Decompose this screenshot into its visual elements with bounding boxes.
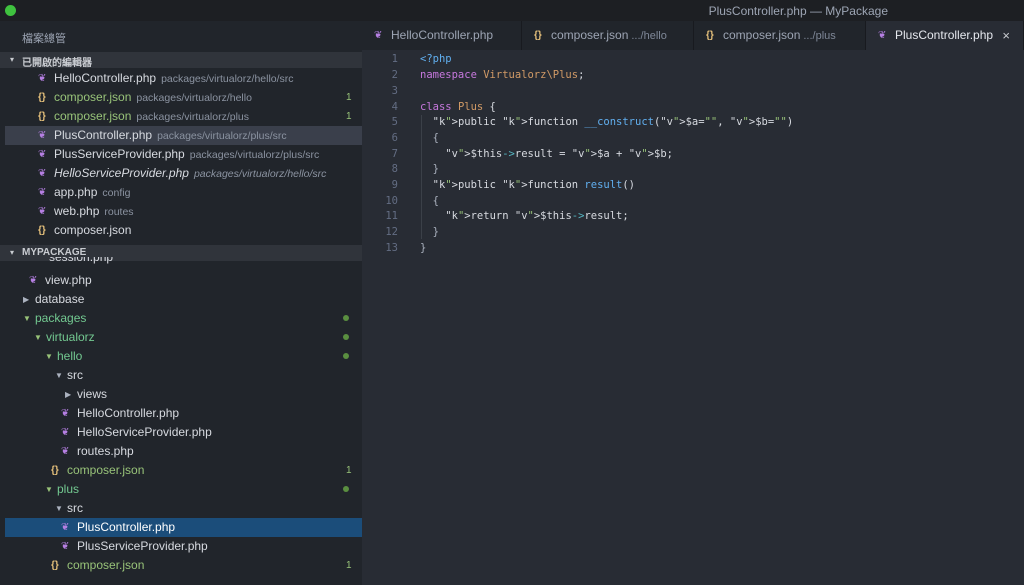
modified-dot xyxy=(343,334,349,340)
tree-item[interactable]: ❦ HelloController.php xyxy=(5,404,362,423)
open-editor-item[interactable]: ❦ app.php config xyxy=(5,183,362,202)
code-line: "k">public "k">function result() xyxy=(432,179,636,191)
code-line: <?php xyxy=(420,53,452,65)
tab-composer-hello[interactable]: {} composer.json .../hello xyxy=(522,21,694,50)
tree-item[interactable]: {} composer.json 1 xyxy=(5,461,362,480)
code-line: } xyxy=(420,163,439,175)
open-editor-item[interactable]: ❦ HelloController.php packages/virtualorz… xyxy=(5,69,362,88)
php-icon: ❦ xyxy=(29,275,38,286)
modified-dot xyxy=(343,353,349,359)
code-line: } xyxy=(420,242,427,254)
tree-item[interactable]: ❦ HelloServiceProvider.php xyxy=(5,423,362,442)
open-editor-item-selected[interactable]: ❦ PlusController.php packages/virtualorz/… xyxy=(5,126,362,145)
chevron-down-icon: ▼ xyxy=(55,504,63,513)
code-line: namespace Virtualorz\Plus; xyxy=(420,69,585,81)
open-editor-item[interactable]: {} composer.json packages/virtualorz/plus… xyxy=(5,107,362,126)
json-icon: {} xyxy=(38,111,46,122)
json-icon: {} xyxy=(706,30,714,41)
php-icon: ❦ xyxy=(38,206,47,217)
code-line: class Plus { xyxy=(420,101,496,113)
php-icon: ❦ xyxy=(878,30,887,41)
collapse-icon: ▾ xyxy=(10,248,15,257)
explorer-sidebar: 檔案總管 ▾ 已開啟的編輯器 ❦ HelloController.php pack… xyxy=(0,21,362,585)
chevron-down-icon: ▼ xyxy=(45,485,53,494)
php-icon: ❦ xyxy=(38,187,47,198)
tab-plus-controller[interactable]: ❦ PlusController.php × xyxy=(866,21,1024,50)
open-editors-header[interactable]: ▾ 已開啟的編輯器 xyxy=(0,52,362,69)
open-editor-item[interactable]: ❦ HelloServiceProvider.php packages/virtu… xyxy=(5,164,362,183)
code-line: "k">return "v">$this->result; xyxy=(445,210,629,222)
tree-folder[interactable]: ▼ src xyxy=(5,366,362,385)
open-editor-item[interactable]: ❦ PlusServiceProvider.php packages/virtua… xyxy=(5,145,362,164)
php-icon: ❦ xyxy=(38,130,47,141)
php-icon: ❦ xyxy=(38,168,47,179)
tree-folder[interactable]: ▼ packages xyxy=(5,309,362,328)
chevron-right-icon: ▶ xyxy=(23,295,30,304)
php-icon: ❦ xyxy=(61,408,70,419)
code-editor[interactable]: 1 <?php 2 namespace Virtualorz\Plus; 3 4 cl… xyxy=(362,50,1024,585)
php-icon: ❦ xyxy=(61,522,70,533)
php-icon: ❦ xyxy=(38,149,47,160)
open-editor-item[interactable]: ❦ web.php routes xyxy=(5,202,362,221)
tree-folder[interactable]: ▼ plus xyxy=(5,480,362,499)
chevron-down-icon: ▼ xyxy=(23,314,31,323)
tree-item[interactable]: ❦ view.php xyxy=(5,271,362,290)
modified-dot xyxy=(343,486,349,492)
chevron-right-icon: ▶ xyxy=(65,390,72,399)
code-line: "v">$this->result = "v">$a + "v">$b; xyxy=(445,148,673,160)
code-line: "k">public "k">function __construct("v">… xyxy=(432,116,794,128)
json-icon: {} xyxy=(51,560,59,571)
tab-bar: ❦ HelloController.php {} composer.json..… xyxy=(362,21,1024,50)
tree-folder[interactable]: ▼ virtualorz xyxy=(5,328,362,347)
tree-folder[interactable]: ▼ hello xyxy=(5,347,362,366)
chevron-down-icon: ▼ xyxy=(34,333,42,342)
open-editor-item[interactable]: {} composer.json packages/virtualorz/hell… xyxy=(5,88,362,107)
close-icon[interactable]: × xyxy=(1002,21,1010,50)
problem-count-badge: 1 xyxy=(346,465,352,476)
php-icon: ❦ xyxy=(61,541,70,552)
tree-item-partial[interactable]: session.php xyxy=(5,257,362,267)
json-icon: {} xyxy=(38,225,46,236)
open-editor-item[interactable]: {} composer.json xyxy=(5,221,362,240)
modified-dot xyxy=(343,315,349,321)
json-icon: {} xyxy=(51,465,59,476)
code-line: { xyxy=(420,195,439,207)
tree-folder[interactable]: ▶ views xyxy=(5,385,362,404)
code-line: } xyxy=(420,226,439,238)
php-icon: ❦ xyxy=(61,427,70,438)
tree-item[interactable]: {} composer.json 1 xyxy=(5,556,362,575)
chevron-down-icon: ▼ xyxy=(45,352,53,361)
php-icon: ❦ xyxy=(61,446,70,457)
tree-folder[interactable]: ▶ database xyxy=(5,290,362,309)
problem-count-badge: 1 xyxy=(346,560,352,571)
tree-item[interactable]: ❦ routes.php xyxy=(5,442,362,461)
php-icon: ❦ xyxy=(38,73,47,84)
tab-composer-plus[interactable]: {} composer.json .../plus xyxy=(694,21,866,50)
title-bar: PlusController.php — MyPackage xyxy=(0,0,1024,21)
json-icon: {} xyxy=(534,30,542,41)
tree-item[interactable]: ❦ PlusServiceProvider.php xyxy=(5,537,362,556)
tree-folder[interactable]: ▼ src xyxy=(5,499,362,518)
problem-count-badge: 1 xyxy=(346,92,352,103)
chevron-down-icon: ▼ xyxy=(55,371,63,380)
window-title: PlusController.php — MyPackage xyxy=(708,4,888,18)
code-line: { xyxy=(420,132,439,144)
indent-guide xyxy=(421,115,422,239)
problem-count-badge: 1 xyxy=(346,111,352,122)
tab-hello-controller[interactable]: ❦ HelloController.php xyxy=(362,21,522,50)
collapse-icon: ▾ xyxy=(10,55,15,64)
tree-item-active[interactable]: ❦ PlusController.php xyxy=(5,518,362,537)
json-icon: {} xyxy=(38,92,46,103)
php-icon: ❦ xyxy=(374,30,383,41)
explorer-header: 檔案總管 xyxy=(22,33,66,45)
